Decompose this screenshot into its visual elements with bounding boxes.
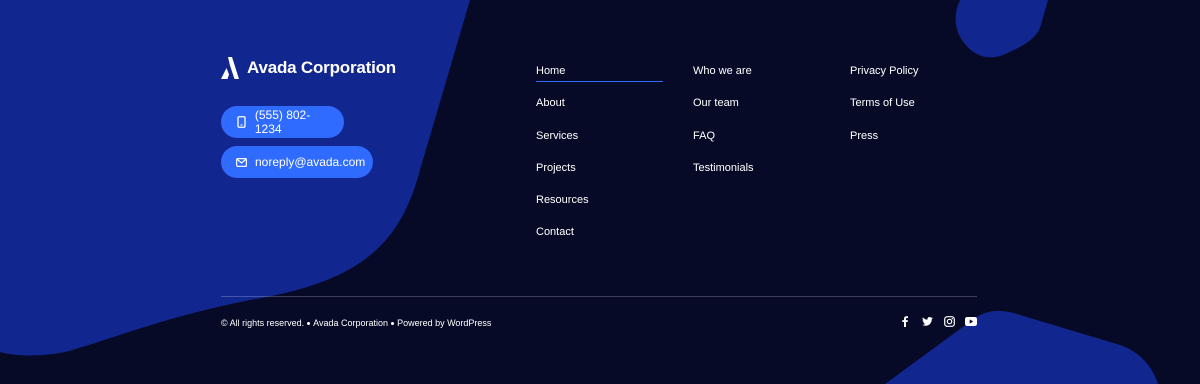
email-button[interactable]: noreply@avada.com (221, 146, 373, 178)
nav-item-our-team: Our team (693, 93, 820, 125)
powered-by-link[interactable]: Powered by WordPress (397, 318, 491, 328)
brand-logo-link[interactable]: Avada Corporation (221, 56, 396, 80)
nav-link-testimonials[interactable]: Testimonials (693, 160, 754, 176)
separator-dot (391, 321, 395, 325)
nav-item-press: Press (850, 126, 977, 158)
mail-icon (236, 156, 247, 168)
nav-link-home[interactable]: Home (536, 63, 565, 79)
nav-item-services: Services (536, 126, 663, 158)
nav-item-home: Home (536, 61, 663, 93)
nav-item-testimonials: Testimonials (693, 158, 820, 190)
separator-dot (307, 321, 311, 325)
email-label: noreply@avada.com (255, 155, 366, 169)
nav-link-faq[interactable]: FAQ (693, 128, 715, 144)
nav-link-resources[interactable]: Resources (536, 192, 589, 208)
copyright-bar: © All rights reserved. Avada Corporation P… (221, 317, 491, 329)
nav-link-our-team[interactable]: Our team (693, 95, 739, 111)
nav-link-privacy-policy[interactable]: Privacy Policy (850, 63, 918, 79)
footer-nav-column-3: Privacy Policy Terms of Use Press (850, 61, 977, 158)
twitter-icon[interactable] (920, 314, 934, 328)
phone-icon (236, 116, 247, 128)
footer-nav-column-1: Home About Services Projects Resources C… (536, 61, 663, 255)
nav-item-about: About (536, 93, 663, 125)
brand-name: Avada Corporation (247, 58, 396, 77)
nav-link-who-we-are[interactable]: Who we are (693, 63, 752, 79)
avada-logo-icon (221, 57, 239, 79)
nav-link-projects[interactable]: Projects (536, 160, 576, 176)
nav-link-services[interactable]: Services (536, 128, 578, 144)
nav-link-about[interactable]: About (536, 95, 565, 111)
footer-nav-column-2: Who we are Our team FAQ Testimonials (693, 61, 820, 190)
nav-item-privacy-policy: Privacy Policy (850, 61, 977, 93)
instagram-icon[interactable] (942, 314, 956, 328)
nav-link-terms-of-use[interactable]: Terms of Use (850, 95, 915, 111)
nav-item-who-we-are: Who we are (693, 61, 820, 93)
company-link[interactable]: Avada Corporation (313, 318, 388, 328)
nav-item-terms-of-use: Terms of Use (850, 93, 977, 125)
nav-link-press[interactable]: Press (850, 128, 878, 144)
facebook-icon[interactable] (898, 314, 912, 328)
footer-divider (221, 296, 977, 297)
copyright-text: © All rights reserved. (221, 318, 305, 328)
site-footer: Avada Corporation (555) 802-1234 noreply… (0, 0, 1200, 384)
phone-label: (555) 802-1234 (254, 108, 311, 136)
social-links (898, 314, 978, 328)
phone-button[interactable]: (555) 802-1234 (221, 106, 344, 138)
nav-item-contact: Contact (536, 222, 663, 254)
nav-item-projects: Projects (536, 158, 663, 190)
nav-item-faq: FAQ (693, 126, 820, 158)
nav-item-resources: Resources (536, 190, 663, 222)
youtube-icon[interactable] (964, 314, 978, 328)
nav-link-contact[interactable]: Contact (536, 224, 574, 240)
